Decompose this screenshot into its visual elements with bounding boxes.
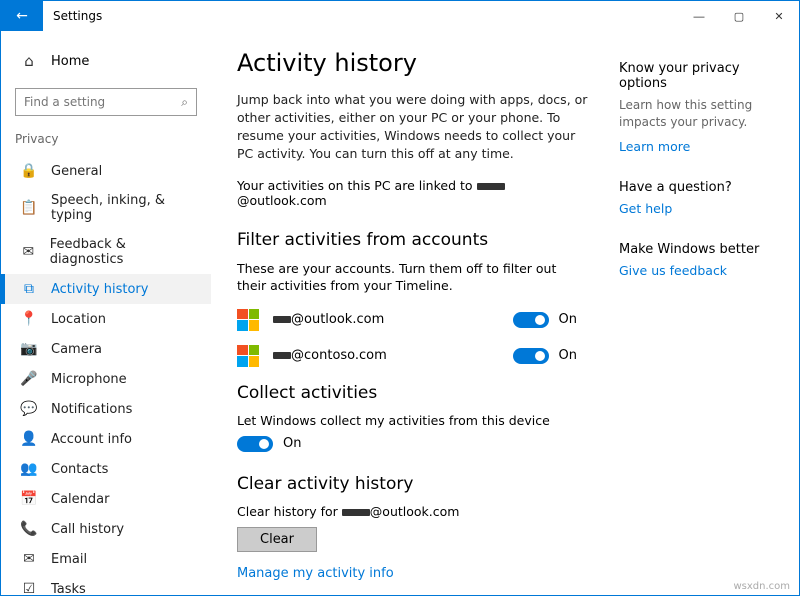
window-title: Settings: [53, 9, 679, 23]
watermark: wsxdn.com: [733, 581, 790, 592]
nav-item[interactable]: 📋 Speech, inking, & typing: [1, 186, 211, 230]
nav-label: Speech, inking, & typing: [51, 193, 191, 223]
nav-item[interactable]: ⧉ Activity history: [1, 274, 211, 304]
nav-icon: 📅: [21, 491, 37, 507]
learn-more-link[interactable]: Learn more: [619, 139, 690, 154]
nav-icon: 📞: [21, 521, 37, 537]
nav-item[interactable]: 📷 Camera: [1, 334, 211, 364]
nav-icon: ✉: [21, 244, 36, 260]
nav-icon: ⧉: [21, 281, 37, 297]
get-help-link[interactable]: Get help: [619, 201, 672, 216]
toggle-switch[interactable]: [513, 348, 549, 364]
filter-heading: Filter activities from accounts: [237, 230, 589, 250]
redacted: [273, 316, 291, 323]
nav-label: Feedback & diagnostics: [50, 237, 191, 267]
search-input[interactable]: ⌕: [15, 88, 197, 116]
nav-icon: 🔒: [21, 163, 37, 179]
account-toggle[interactable]: On: [513, 348, 577, 364]
nav-label: Account info: [51, 432, 132, 447]
nav-item[interactable]: 🎤 Microphone: [1, 364, 211, 394]
redacted: [477, 183, 505, 190]
clear-button[interactable]: Clear: [237, 527, 317, 552]
question-title: Have a question?: [619, 180, 785, 195]
account-email: @outlook.com: [273, 312, 513, 327]
nav-label: Microphone: [51, 372, 127, 387]
nav-item[interactable]: 📅 Calendar: [1, 484, 211, 514]
nav-label: Camera: [51, 342, 102, 357]
page-title: Activity history: [237, 49, 589, 77]
nav-item[interactable]: ☑ Tasks: [1, 574, 211, 595]
microsoft-logo-icon: [237, 345, 259, 367]
know-title: Know your privacy options: [619, 61, 785, 91]
close-button[interactable]: ✕: [759, 1, 799, 31]
feedback-link[interactable]: Give us feedback: [619, 263, 727, 278]
toggle-switch[interactable]: [513, 312, 549, 328]
filter-desc: These are your accounts. Turn them off t…: [237, 260, 589, 295]
back-button[interactable]: ←: [1, 1, 43, 31]
clear-heading: Clear activity history: [237, 474, 589, 494]
nav-icon: ☑: [21, 581, 37, 595]
nav-label: Notifications: [51, 402, 132, 417]
nav-item[interactable]: 💬 Notifications: [1, 394, 211, 424]
nav-item[interactable]: 🔒 General: [1, 156, 211, 186]
nav-icon: ✉: [21, 551, 37, 567]
minimize-button[interactable]: ―: [679, 1, 719, 31]
nav-item[interactable]: 📞 Call history: [1, 514, 211, 544]
clear-desc: Clear history for @outlook.com: [237, 504, 589, 519]
nav-label: Call history: [51, 522, 124, 537]
maximize-button[interactable]: ▢: [719, 1, 759, 31]
collect-toggle[interactable]: On: [237, 436, 589, 452]
toggle-switch[interactable]: [237, 436, 273, 452]
home-button[interactable]: ⌂ Home: [1, 46, 211, 76]
nav-icon: 💬: [21, 401, 37, 417]
account-row: @contoso.com On: [237, 345, 577, 367]
nav-label: General: [51, 164, 102, 179]
collect-desc: Let Windows collect my activities from t…: [237, 413, 589, 428]
search-icon: ⌕: [181, 95, 188, 110]
manage-link[interactable]: Manage my activity info: [237, 566, 589, 581]
nav-label: Location: [51, 312, 106, 327]
nav-item[interactable]: 📍 Location: [1, 304, 211, 334]
home-icon: ⌂: [21, 52, 37, 70]
nav-icon: 📋: [21, 200, 37, 216]
search-field[interactable]: [24, 95, 181, 109]
nav-label: Email: [51, 552, 87, 567]
better-title: Make Windows better: [619, 242, 785, 257]
redacted: [342, 509, 370, 516]
intro-text: Jump back into what you were doing with …: [237, 91, 589, 164]
nav-label: Calendar: [51, 492, 109, 507]
nav-icon: 📷: [21, 341, 37, 357]
nav-item[interactable]: ✉ Email: [1, 544, 211, 574]
nav-label: Activity history: [51, 282, 148, 297]
nav-item[interactable]: 👥 Contacts: [1, 454, 211, 484]
redacted: [273, 352, 291, 359]
nav-icon: 🎤: [21, 371, 37, 387]
nav-label: Tasks: [51, 582, 86, 596]
know-sub: Learn how this setting impacts your priv…: [619, 97, 785, 131]
account-email: @contoso.com: [273, 348, 513, 363]
microsoft-logo-icon: [237, 309, 259, 331]
nav-icon: 👤: [21, 431, 37, 447]
toggle-state: On: [559, 312, 577, 327]
account-toggle[interactable]: On: [513, 312, 577, 328]
nav-label: Contacts: [51, 462, 108, 477]
section-label: Privacy: [1, 132, 211, 152]
toggle-state: On: [283, 436, 301, 451]
account-row: @outlook.com On: [237, 309, 577, 331]
collect-heading: Collect activities: [237, 383, 589, 403]
nav-icon: 📍: [21, 311, 37, 327]
home-label: Home: [51, 54, 89, 69]
nav-item[interactable]: ✉ Feedback & diagnostics: [1, 230, 211, 274]
toggle-state: On: [559, 348, 577, 363]
nav-icon: 👥: [21, 461, 37, 477]
linked-text: Your activities on this PC are linked to…: [237, 178, 589, 208]
nav-item[interactable]: 👤 Account info: [1, 424, 211, 454]
